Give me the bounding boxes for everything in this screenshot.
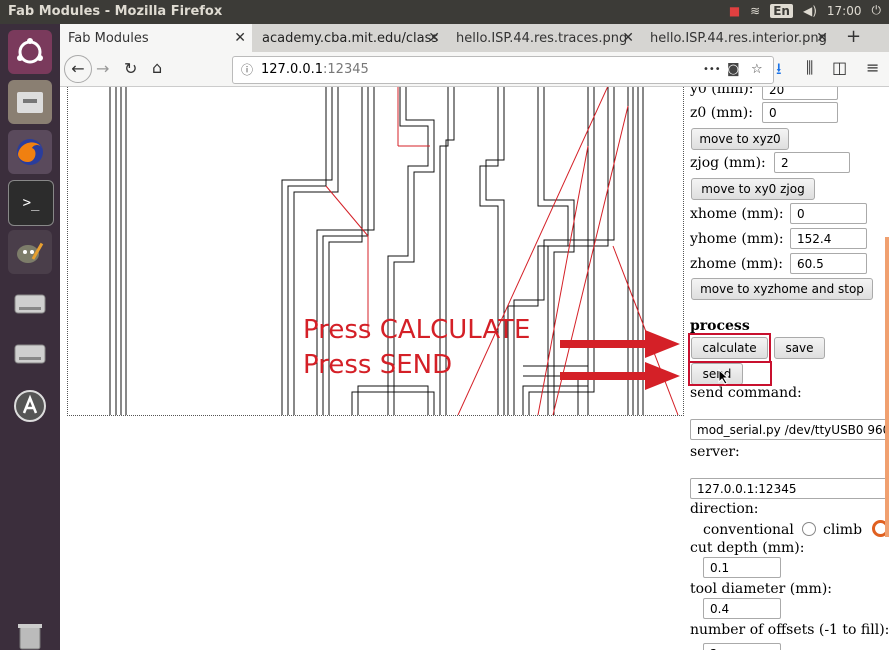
server-label: server: bbox=[690, 444, 740, 460]
annotation-press-calculate: Press CALCULATE bbox=[303, 315, 531, 345]
z0-label: z0 (mm): bbox=[690, 105, 753, 121]
xhome-input[interactable]: 0 bbox=[790, 203, 867, 224]
new-tab-button[interactable]: + bbox=[846, 26, 861, 47]
number-of-offsets-input[interactable]: 2 bbox=[703, 643, 781, 650]
page-actions-menu[interactable]: ••• bbox=[703, 57, 721, 83]
conventional-radio[interactable] bbox=[802, 522, 816, 536]
cut-depth-input[interactable]: 0.1 bbox=[703, 557, 781, 578]
url-host: 127.0.0.1 bbox=[261, 62, 324, 77]
zhome-label: zhome (mm): bbox=[690, 256, 784, 272]
url-bar[interactable]: ⓘ 127.0.0.1:12345 ••• ◙ ☆ bbox=[232, 56, 774, 84]
menu-icon[interactable]: ≡ bbox=[866, 58, 879, 77]
ubuntu-dash-icon[interactable] bbox=[8, 30, 52, 74]
close-icon[interactable]: ✕ bbox=[816, 30, 828, 46]
close-icon[interactable]: ✕ bbox=[234, 30, 246, 46]
disk-drive-icon[interactable] bbox=[8, 282, 52, 326]
navigation-toolbar: ← → ↻ ⌂ ⓘ 127.0.0.1:12345 ••• ◙ ☆ ⭳ ⫼ ◫ … bbox=[60, 52, 889, 87]
window-title: Fab Modules - Mozilla Firefox bbox=[8, 4, 223, 19]
back-button[interactable]: ← bbox=[64, 55, 92, 83]
wifi-icon[interactable]: ≋ bbox=[750, 4, 760, 18]
move-to-xy0-zjog-button[interactable]: move to xy0 zjog bbox=[691, 178, 815, 200]
system-tray: ■ ≋ En ◀) 17:00 ⏻ bbox=[729, 3, 881, 18]
launcher-sidebar: >_ bbox=[0, 24, 60, 650]
zjog-input[interactable]: 2 bbox=[774, 152, 850, 173]
info-icon[interactable]: ⓘ bbox=[241, 57, 253, 83]
arrow-to-send-icon bbox=[560, 362, 680, 390]
save-button[interactable]: save bbox=[774, 337, 825, 359]
tab-fab-modules[interactable]: Fab Modules ✕ bbox=[60, 24, 252, 52]
climb-label: climb bbox=[823, 522, 863, 538]
clock[interactable]: 17:00 bbox=[827, 4, 862, 18]
xhome-label: xhome (mm): bbox=[690, 206, 784, 222]
process-heading: process bbox=[690, 318, 750, 334]
url-port: :12345 bbox=[323, 62, 369, 77]
pocket-icon[interactable]: ◙ bbox=[727, 57, 740, 83]
close-icon[interactable]: ✕ bbox=[428, 30, 440, 46]
send-command-label: send command: bbox=[690, 385, 802, 401]
power-icon[interactable]: ⏻ bbox=[872, 3, 882, 18]
tab-traces[interactable]: hello.ISP.44.res.traces.png ✕ bbox=[448, 24, 640, 52]
trash-icon[interactable] bbox=[8, 614, 52, 658]
home-button[interactable]: ⌂ bbox=[152, 58, 162, 77]
z0-input[interactable]: 0 bbox=[762, 102, 838, 123]
tab-academy[interactable]: academy.cba.mit.edu/class ✕ bbox=[254, 24, 446, 52]
y0-label: y0 (mm): bbox=[690, 87, 754, 97]
gimp-icon[interactable] bbox=[8, 230, 52, 274]
cut-depth-label: cut depth (mm): bbox=[690, 540, 805, 556]
move-to-xyzhome-and-stop-button[interactable]: move to xyzhome and stop bbox=[691, 278, 873, 300]
keyboard-language-indicator[interactable]: En bbox=[770, 3, 793, 18]
conventional-label: conventional bbox=[703, 522, 794, 538]
library-icon[interactable]: ⫼ bbox=[806, 58, 813, 78]
move-to-xyz0-button[interactable]: move to xyz0 bbox=[691, 128, 789, 150]
number-of-offsets-label: number of offsets (-1 to fill): bbox=[690, 622, 889, 638]
send-command-input[interactable]: mod_serial.py /dev/ttyUSB0 9600 bbox=[690, 419, 889, 440]
close-icon[interactable]: ✕ bbox=[622, 30, 634, 46]
zjog-label: zjog (mm): bbox=[690, 155, 766, 171]
system-top-bar: Fab Modules - Mozilla Firefox ■ ≋ En ◀) … bbox=[0, 0, 889, 24]
tab-interior[interactable]: hello.ISP.44.res.interior.png ✕ bbox=[642, 24, 834, 52]
mouse-cursor-icon bbox=[718, 369, 730, 385]
annotation-press-send: Press SEND bbox=[303, 350, 453, 380]
send-highlight-box bbox=[688, 361, 772, 386]
zhome-input[interactable]: 60.5 bbox=[790, 253, 867, 274]
server-input[interactable]: 127.0.0.1:12345 bbox=[690, 478, 889, 499]
reload-button[interactable]: ↻ bbox=[124, 59, 137, 78]
terminal-icon[interactable]: >_ bbox=[8, 180, 54, 226]
page-content: Press CALCULATE Press SEND y0 (mm): 20 z… bbox=[60, 87, 889, 650]
firefox-icon[interactable] bbox=[8, 130, 52, 174]
calculate-highlight-box bbox=[688, 333, 771, 363]
camera-icon[interactable]: ■ bbox=[729, 4, 740, 18]
volume-icon[interactable]: ◀) bbox=[803, 4, 817, 18]
tool-diameter-label: tool diameter (mm): bbox=[690, 581, 833, 597]
sidebar-toggle-icon[interactable]: ◫ bbox=[832, 58, 847, 77]
tab-bar: Fab Modules ✕ academy.cba.mit.edu/class … bbox=[60, 24, 889, 52]
yhome-input[interactable]: 152.4 bbox=[790, 228, 867, 249]
arrow-to-calculate-icon bbox=[560, 330, 680, 358]
downloads-icon[interactable]: ⭳ bbox=[776, 58, 782, 85]
scrollbar-thumb[interactable] bbox=[885, 237, 889, 537]
software-updater-icon[interactable] bbox=[8, 384, 52, 428]
tool-diameter-input[interactable]: 0.4 bbox=[703, 598, 781, 619]
direction-label: direction: bbox=[690, 501, 759, 517]
forward-button[interactable]: → bbox=[96, 59, 109, 78]
yhome-label: yhome (mm): bbox=[690, 231, 784, 247]
disk-drive-icon-2[interactable] bbox=[8, 332, 52, 376]
bookmark-star-icon[interactable]: ☆ bbox=[751, 57, 763, 83]
control-panel: y0 (mm): 20 z0 (mm): 0 move to xyz0 zjog… bbox=[688, 87, 889, 650]
y0-input[interactable]: 20 bbox=[762, 87, 838, 100]
files-icon[interactable] bbox=[8, 80, 52, 124]
